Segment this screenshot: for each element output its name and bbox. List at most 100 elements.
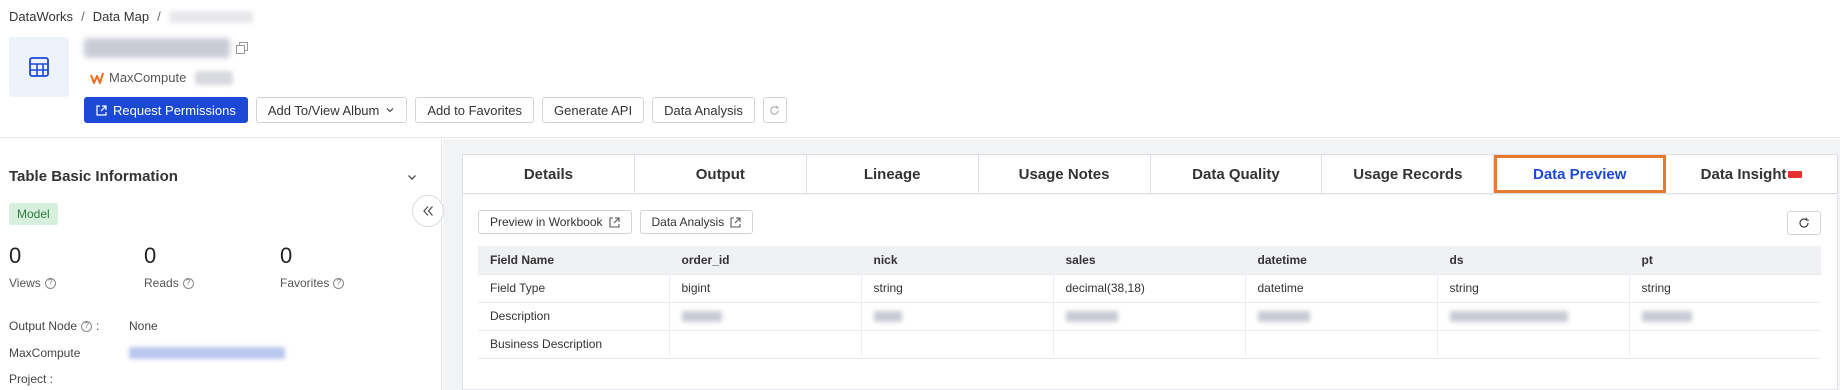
preview-in-workbook-button[interactable]: Preview in Workbook [478, 210, 632, 234]
request-permissions-button[interactable]: Request Permissions [84, 97, 248, 123]
preview-actions: Preview in Workbook Data Analysis [478, 210, 754, 234]
breadcrumb-separator: / [157, 9, 161, 24]
table-cell-redacted [1053, 302, 1246, 331]
refresh-button[interactable] [762, 97, 787, 123]
maxcompute-project-link[interactable] [129, 347, 285, 359]
table-cell-redacted [669, 302, 862, 331]
data-preview-table: Field Name order_id nick sales datetime … [478, 246, 1821, 359]
generate-api-button[interactable]: Generate API [542, 97, 645, 123]
table-row: Field Type bigint string decimal(38,18) … [478, 274, 1821, 303]
column-header: pt [1629, 246, 1821, 275]
question-circle-icon[interactable]: ? [81, 320, 93, 332]
views-label: Views [9, 276, 41, 290]
breadcrumb-dataworks[interactable]: DataWorks [9, 9, 73, 24]
collapse-panel-button[interactable] [412, 195, 444, 227]
breadcrumb-current-redacted [168, 10, 253, 23]
preview-in-workbook-label: Preview in Workbook [490, 215, 603, 229]
copy-icon[interactable] [236, 42, 248, 54]
column-header: order_id [669, 246, 862, 275]
table-cell [1053, 330, 1246, 359]
preview-refresh-button[interactable] [1787, 211, 1821, 235]
question-circle-icon[interactable]: ? [44, 277, 56, 289]
tab-label: Usage Records [1353, 165, 1463, 183]
maxcompute-logo-icon [90, 72, 104, 84]
external-link-icon [730, 216, 741, 228]
reads-count: 0 [144, 243, 157, 268]
model-badge: Model [9, 203, 58, 225]
add-to-album-button[interactable]: Add To/View Album [255, 97, 408, 123]
maxcompute-label-row: MaxCompute [9, 346, 80, 360]
table-cell-redacted [1437, 302, 1630, 331]
engine-label: MaxCompute [109, 70, 187, 85]
header-actions: Request Permissions Add To/View Album Ad… [84, 97, 787, 123]
column-header: nick [861, 246, 1054, 275]
add-to-favorites-label: Add to Favorites [427, 102, 523, 118]
tab-label: Data Insight [1700, 165, 1787, 183]
table-cell: Description [478, 302, 670, 331]
main-content-area: Details Output Lineage Usage Notes Data … [443, 139, 1840, 390]
add-to-album-label: Add To/View Album [267, 102, 380, 118]
data-analysis-button[interactable]: Data Analysis [652, 97, 755, 123]
project-label: Project : [9, 372, 54, 386]
table-cell: Business Description [478, 330, 670, 359]
output-node-label-row: Output Node ? : [9, 319, 99, 333]
column-header: datetime [1245, 246, 1438, 275]
table-cell [861, 330, 1054, 359]
chevron-down-icon[interactable] [406, 171, 418, 183]
table-cell: Field Type [478, 274, 670, 303]
table-icon [29, 57, 49, 77]
page-header: DataWorks / Data Map / MaxCompute Reques… [0, 0, 1840, 138]
tab-label: Output [695, 165, 745, 183]
table-cell-redacted [1629, 302, 1821, 331]
question-circle-icon[interactable]: ? [333, 277, 345, 289]
column-header: ds [1437, 246, 1630, 275]
table-icon-box [9, 37, 69, 97]
tab-lineage[interactable]: Lineage [807, 155, 979, 193]
table-cell: datetime [1245, 274, 1438, 303]
table-row: Business Description [478, 330, 1821, 359]
tab-usage-records[interactable]: Usage Records [1322, 155, 1495, 193]
tab-label: Details [523, 165, 574, 183]
table-cell [669, 330, 862, 359]
add-to-favorites-button[interactable]: Add to Favorites [415, 97, 535, 123]
tab-data-preview[interactable]: Data Preview [1494, 155, 1667, 193]
tab-details[interactable]: Details [463, 155, 635, 193]
tab-label: Data Preview [1532, 165, 1627, 183]
table-cell: decimal(38,18) [1053, 274, 1246, 303]
table-cell-redacted [861, 302, 1054, 331]
tab-data-quality[interactable]: Data Quality [1151, 155, 1323, 193]
table-cell [1629, 330, 1821, 359]
reads-stat: 0 Reads? [144, 243, 194, 290]
engine-row: MaxCompute [90, 70, 234, 85]
table-row: Description [478, 302, 1821, 331]
maxcompute-project-redacted [129, 347, 285, 359]
question-circle-icon[interactable]: ? [182, 277, 194, 289]
double-chevron-left-icon [423, 206, 433, 216]
tab-label: Lineage [863, 165, 921, 183]
maxcompute-label: MaxCompute [9, 346, 81, 360]
tab-usage-notes[interactable]: Usage Notes [979, 155, 1151, 193]
table-cell: bigint [669, 274, 862, 303]
data-analysis-preview-button[interactable]: Data Analysis [639, 210, 754, 234]
engine-detail-redacted [195, 70, 234, 85]
tab-output[interactable]: Output [635, 155, 807, 193]
column-header: Field Name [478, 246, 670, 275]
table-basic-info-panel: Table Basic Information Model 0 Views? 0… [0, 139, 442, 390]
output-node-colon: : [96, 319, 100, 333]
refresh-icon [770, 105, 780, 115]
views-stat: 0 Views? [9, 243, 56, 290]
tab-label: Data Quality [1192, 165, 1280, 183]
request-permissions-label: Request Permissions [113, 102, 236, 118]
breadcrumb-data-map[interactable]: Data Map [93, 9, 149, 24]
generate-api-label: Generate API [554, 102, 633, 118]
project-label-row: Project : [9, 372, 53, 386]
panel-title: Table Basic Information [9, 168, 178, 185]
column-header: sales [1053, 246, 1246, 275]
new-badge [1788, 170, 1803, 178]
table-name-redacted [84, 38, 230, 58]
tab-label: Usage Notes [1018, 165, 1110, 183]
favorites-stat: 0 Favorites? [280, 243, 345, 290]
external-link-icon [608, 216, 620, 228]
external-link-icon [96, 104, 107, 116]
tab-data-insight[interactable]: Data Insight [1666, 155, 1837, 193]
